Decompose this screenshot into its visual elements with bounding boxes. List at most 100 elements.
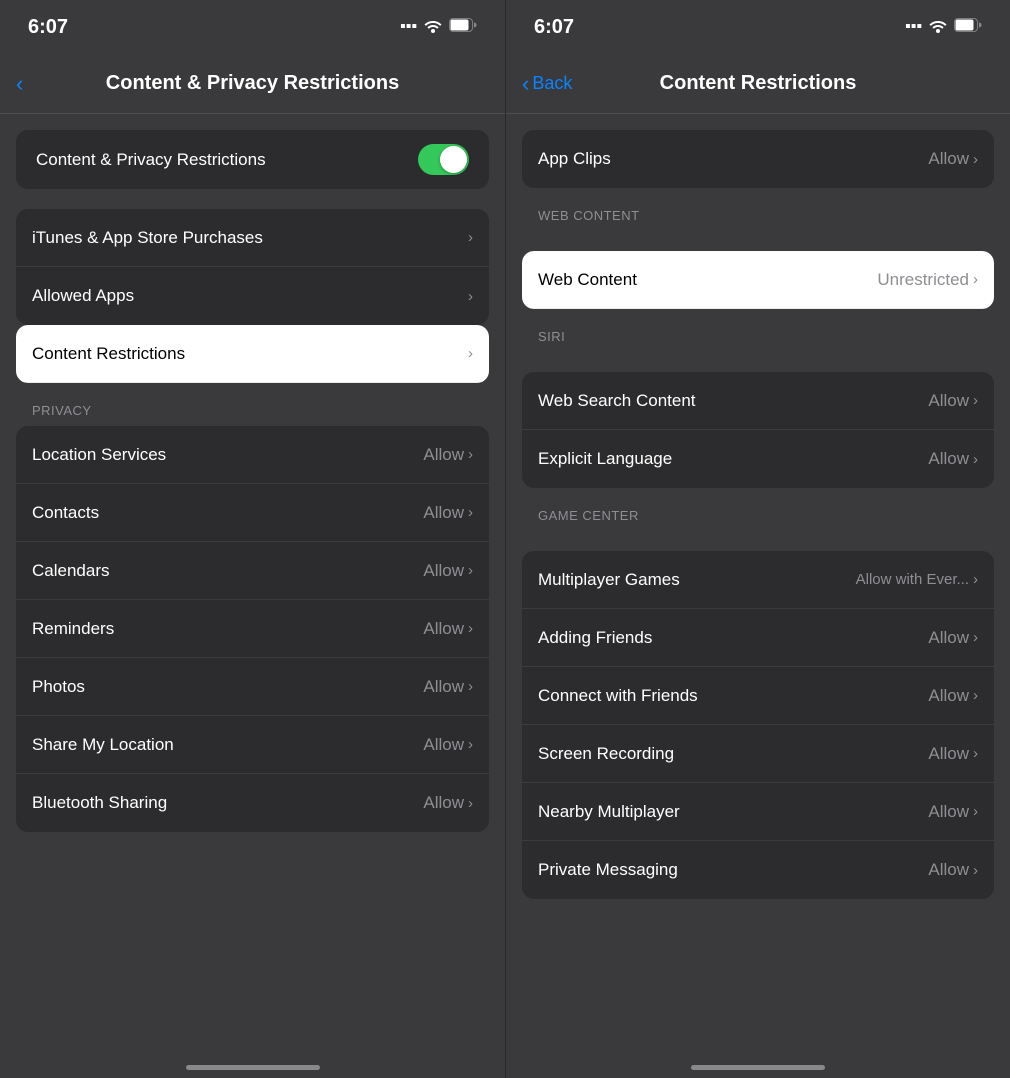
photos-right: Allow › xyxy=(423,677,473,697)
right-time: 6:07 xyxy=(534,16,574,39)
app-clips-label: App Clips xyxy=(538,149,928,169)
bluetooth-value: Allow xyxy=(423,793,464,813)
connect-friends-chevron-icon: › xyxy=(973,687,978,704)
left-phone-panel: 6:07 ▪▪▪ ‹ Content & Privacy Restriction… xyxy=(0,0,505,1078)
toggle-switch[interactable] xyxy=(418,144,469,175)
left-content-area: Content & Privacy Restrictions iTunes & … xyxy=(0,114,505,1044)
right-nav-title: Content Restrictions xyxy=(660,72,857,95)
photos-item[interactable]: Photos Allow › xyxy=(16,658,489,716)
toggle-label: Content & Privacy Restrictions xyxy=(36,150,266,170)
allowed-apps-label: Allowed Apps xyxy=(32,286,468,306)
multiplayer-games-value: Allow with Ever... xyxy=(856,571,969,588)
app-clips-right: Allow › xyxy=(928,149,978,169)
allowed-apps-item[interactable]: Allowed Apps › xyxy=(16,267,489,325)
explicit-language-value: Allow xyxy=(928,449,969,469)
web-search-item[interactable]: Web Search Content Allow › xyxy=(522,372,994,430)
bluetooth-label: Bluetooth Sharing xyxy=(32,793,423,813)
connect-friends-item[interactable]: Connect with Friends Allow › xyxy=(522,667,994,725)
share-location-item[interactable]: Share My Location Allow › xyxy=(16,716,489,774)
app-clips-chevron-icon: › xyxy=(973,151,978,168)
left-home-indicator xyxy=(0,1044,505,1078)
multiplayer-games-item[interactable]: Multiplayer Games Allow with Ever... › xyxy=(522,551,994,609)
screen-recording-item[interactable]: Screen Recording Allow › xyxy=(522,725,994,783)
right-back-label: Back xyxy=(532,73,572,94)
right-nav-bar: ‹ Back Content Restrictions xyxy=(506,54,1010,114)
left-back-button[interactable]: ‹ xyxy=(16,73,23,95)
wifi-icon xyxy=(423,17,443,38)
share-location-right: Allow › xyxy=(423,735,473,755)
location-services-chevron-icon: › xyxy=(468,446,473,463)
web-content-section: Web Content Unrestricted › xyxy=(522,251,994,309)
itunes-item[interactable]: iTunes & App Store Purchases › xyxy=(16,209,489,267)
bluetooth-right: Allow › xyxy=(423,793,473,813)
left-nav-title: Content & Privacy Restrictions xyxy=(106,72,399,95)
adding-friends-value: Allow xyxy=(928,628,969,648)
adding-friends-label: Adding Friends xyxy=(538,628,928,648)
reminders-label: Reminders xyxy=(32,619,423,639)
location-services-right: Allow › xyxy=(423,445,473,465)
web-content-chevron-icon: › xyxy=(973,271,978,288)
itunes-chevron-icon: › xyxy=(468,229,473,246)
explicit-language-label: Explicit Language xyxy=(538,449,928,469)
right-back-button[interactable]: ‹ Back xyxy=(522,73,572,95)
explicit-language-right: Allow › xyxy=(928,449,978,469)
allowed-apps-chevron-icon: › xyxy=(468,288,473,305)
content-restrictions-right: › xyxy=(468,345,473,362)
back-chevron-icon: ‹ xyxy=(16,73,23,95)
web-content-value: Unrestricted xyxy=(877,270,969,290)
reminders-item[interactable]: Reminders Allow › xyxy=(16,600,489,658)
toggle-row[interactable]: Content & Privacy Restrictions xyxy=(36,130,469,189)
itunes-right: › xyxy=(468,229,473,246)
calendars-item[interactable]: Calendars Allow › xyxy=(16,542,489,600)
left-nav-bar: ‹ Content & Privacy Restrictions xyxy=(0,54,505,114)
private-messaging-item[interactable]: Private Messaging Allow › xyxy=(522,841,994,899)
siri-section: Web Search Content Allow › Explicit Lang… xyxy=(522,372,994,488)
left-time: 6:07 xyxy=(28,16,68,39)
photos-chevron-icon: › xyxy=(468,678,473,695)
connect-friends-value: Allow xyxy=(928,686,969,706)
calendars-label: Calendars xyxy=(32,561,423,581)
content-restrictions-item[interactable]: Content Restrictions › xyxy=(16,325,489,383)
adding-friends-item[interactable]: Adding Friends Allow › xyxy=(522,609,994,667)
explicit-language-item[interactable]: Explicit Language Allow › xyxy=(522,430,994,488)
calendars-right: Allow › xyxy=(423,561,473,581)
app-clips-value: Allow xyxy=(928,149,969,169)
left-status-icons: ▪▪▪ xyxy=(400,17,477,38)
contacts-item[interactable]: Contacts Allow › xyxy=(16,484,489,542)
toggle-thumb xyxy=(440,146,467,173)
web-search-chevron-icon: › xyxy=(973,392,978,409)
main-items-section: iTunes & App Store Purchases › Allowed A… xyxy=(16,209,489,325)
reminders-chevron-icon: › xyxy=(468,620,473,637)
private-messaging-label: Private Messaging xyxy=(538,860,928,880)
reminders-value: Allow xyxy=(423,619,464,639)
adding-friends-right: Allow › xyxy=(928,628,978,648)
private-messaging-right: Allow › xyxy=(928,860,978,880)
right-back-chevron-icon: ‹ xyxy=(522,73,529,95)
web-search-right: Allow › xyxy=(928,391,978,411)
multiplayer-games-chevron-icon: › xyxy=(973,571,978,588)
private-messaging-chevron-icon: › xyxy=(973,862,978,879)
nearby-multiplayer-item[interactable]: Nearby Multiplayer Allow › xyxy=(522,783,994,841)
bluetooth-item[interactable]: Bluetooth Sharing Allow › xyxy=(16,774,489,832)
share-location-label: Share My Location xyxy=(32,735,423,755)
multiplayer-games-right: Allow with Ever... › xyxy=(856,571,978,588)
location-services-label: Location Services xyxy=(32,445,423,465)
contacts-value: Allow xyxy=(423,503,464,523)
nearby-multiplayer-value: Allow xyxy=(928,802,969,822)
content-restrictions-chevron-icon: › xyxy=(468,345,473,362)
right-status-icons: ▪▪▪ xyxy=(905,17,982,38)
share-location-value: Allow xyxy=(423,735,464,755)
connect-friends-right: Allow › xyxy=(928,686,978,706)
web-content-item[interactable]: Web Content Unrestricted › xyxy=(522,251,994,309)
screen-recording-chevron-icon: › xyxy=(973,745,978,762)
web-content-section-header: WEB CONTENT xyxy=(506,188,1010,231)
content-restrictions-label: Content Restrictions xyxy=(32,344,468,364)
right-battery-icon xyxy=(954,18,982,37)
nearby-multiplayer-label: Nearby Multiplayer xyxy=(538,802,928,822)
location-services-item[interactable]: Location Services Allow › xyxy=(16,426,489,484)
right-signal-icon: ▪▪▪ xyxy=(905,18,922,36)
app-clips-item[interactable]: App Clips Allow › xyxy=(522,130,994,188)
battery-icon xyxy=(449,18,477,37)
app-clips-section: App Clips Allow › xyxy=(522,130,994,188)
web-search-value: Allow xyxy=(928,391,969,411)
